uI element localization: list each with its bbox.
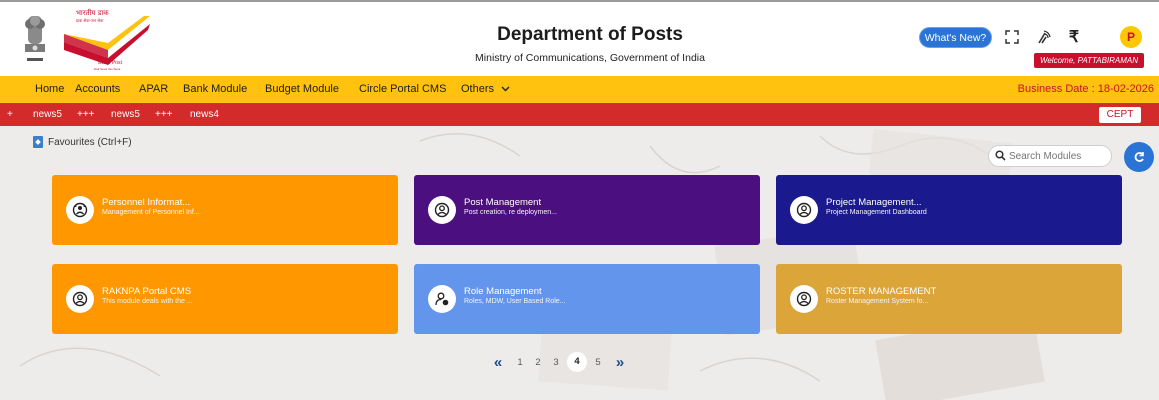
module-card-project-management[interactable]: Project Management... Project Management… bbox=[776, 175, 1122, 245]
logo-english-subtext: Dak Seva Jan Seva bbox=[94, 67, 121, 71]
avatar[interactable]: P bbox=[1120, 26, 1142, 48]
logo-english-text: India Post bbox=[98, 60, 123, 66]
user-role-icon bbox=[428, 285, 456, 313]
module-card-personnel[interactable]: Personnel Informat... Management of Pers… bbox=[52, 175, 398, 245]
signal-icon[interactable] bbox=[1033, 26, 1055, 48]
card-title: Post Management bbox=[464, 197, 542, 208]
ticker-separator: +++ bbox=[155, 109, 173, 120]
module-card-role-management[interactable]: Role Management Roles, MDW, User Based R… bbox=[414, 264, 760, 334]
ticker-news-item[interactable]: news5 bbox=[33, 109, 62, 120]
favourites-icon bbox=[33, 136, 43, 148]
refresh-button[interactable] bbox=[1124, 142, 1154, 172]
card-title: RAKNPA Portal CMS bbox=[102, 286, 192, 297]
personnel-icon bbox=[66, 196, 94, 224]
card-description: This module deals with the ... bbox=[102, 298, 193, 305]
cept-button[interactable]: CEPT bbox=[1099, 107, 1141, 123]
ticker-separator: +++ bbox=[77, 109, 95, 120]
rupee-icon[interactable]: ₹ bbox=[1063, 26, 1085, 48]
nav-item-home[interactable]: Home bbox=[35, 83, 64, 95]
chevron-down-icon bbox=[501, 86, 510, 92]
search-input[interactable] bbox=[988, 145, 1112, 167]
favourites-label: Favourites (Ctrl+F) bbox=[48, 136, 132, 148]
refresh-icon bbox=[1134, 152, 1144, 162]
last-page-button[interactable]: » bbox=[607, 354, 633, 371]
logo-hindi-text: भारतीय डाक bbox=[76, 9, 109, 17]
news-ticker: + news5 +++ news5 +++ news4 CEPT bbox=[0, 103, 1159, 126]
header: भारतीय डाक डाक सेवा-जन सेवा India Post D… bbox=[0, 0, 1159, 76]
nav-item-apar[interactable]: APAR bbox=[139, 83, 168, 95]
ticker-separator: + bbox=[7, 109, 13, 120]
national-emblem-icon bbox=[25, 16, 45, 61]
card-description: Roles, MDW, User Based Role... bbox=[464, 298, 566, 305]
user-circle-icon bbox=[790, 196, 818, 224]
pagination: « 1 2 3 4 5 » bbox=[485, 350, 633, 374]
card-title: Role Management bbox=[464, 286, 542, 297]
welcome-badge: Welcome, PATTABIRAMAN bbox=[1034, 53, 1144, 68]
module-card-post-management[interactable]: Post Management Post creation, re deploy… bbox=[414, 175, 760, 245]
module-card-raknpa-portal-cms[interactable]: RAKNPA Portal CMS This module deals with… bbox=[52, 264, 398, 334]
main-nav: Home Accounts APAR Bank Module Budget Mo… bbox=[0, 76, 1159, 103]
search-icon bbox=[995, 150, 1006, 161]
nav-item-budget-module[interactable]: Budget Module bbox=[265, 83, 339, 95]
nav-item-others-label: Others bbox=[461, 83, 495, 95]
page-title: Department of Posts bbox=[497, 24, 683, 45]
fullscreen-icon[interactable] bbox=[1001, 26, 1023, 48]
nav-item-accounts[interactable]: Accounts bbox=[75, 83, 120, 95]
favourites-link[interactable]: Favourites (Ctrl+F) bbox=[33, 136, 132, 148]
card-title: Personnel Informat... bbox=[102, 197, 191, 208]
page-button-2[interactable]: 2 bbox=[529, 357, 547, 368]
nav-item-bank-module[interactable]: Bank Module bbox=[183, 83, 247, 95]
business-date: Business Date : 18-02-2026 bbox=[1017, 83, 1154, 95]
card-description: Project Management Dashboard bbox=[826, 209, 927, 216]
card-description: Post creation, re deploymen... bbox=[464, 209, 557, 216]
card-title: Project Management... bbox=[826, 197, 922, 208]
page-button-3[interactable]: 3 bbox=[547, 357, 565, 368]
first-page-button[interactable]: « bbox=[485, 354, 511, 371]
user-circle-icon bbox=[428, 196, 456, 224]
ticker-news-item[interactable]: news4 bbox=[190, 109, 219, 120]
page-subtitle: Ministry of Communications, Government o… bbox=[475, 52, 705, 64]
page-button-1[interactable]: 1 bbox=[511, 357, 529, 368]
card-title: ROSTER MANAGEMENT bbox=[826, 286, 937, 297]
card-description: Management of Personnel Inf... bbox=[102, 209, 200, 216]
nav-item-others[interactable]: Others bbox=[461, 83, 510, 95]
main-content: Favourites (Ctrl+F) Personnel Informat..… bbox=[0, 126, 1159, 400]
nav-item-circle-portal-cms[interactable]: Circle Portal CMS bbox=[359, 83, 446, 95]
card-description: Roster Management System fo... bbox=[826, 298, 929, 305]
user-circle-icon bbox=[66, 285, 94, 313]
module-card-roster-management[interactable]: ROSTER MANAGEMENT Roster Management Syst… bbox=[776, 264, 1122, 334]
whats-new-button[interactable]: What's New? bbox=[919, 27, 992, 48]
page-button-5[interactable]: 5 bbox=[589, 357, 607, 368]
logo-hindi-subtext: डाक सेवा-जन सेवा bbox=[76, 18, 104, 23]
page-button-4-active[interactable]: 4 bbox=[567, 352, 587, 372]
user-circle-icon bbox=[790, 285, 818, 313]
ticker-news-item[interactable]: news5 bbox=[111, 109, 140, 120]
